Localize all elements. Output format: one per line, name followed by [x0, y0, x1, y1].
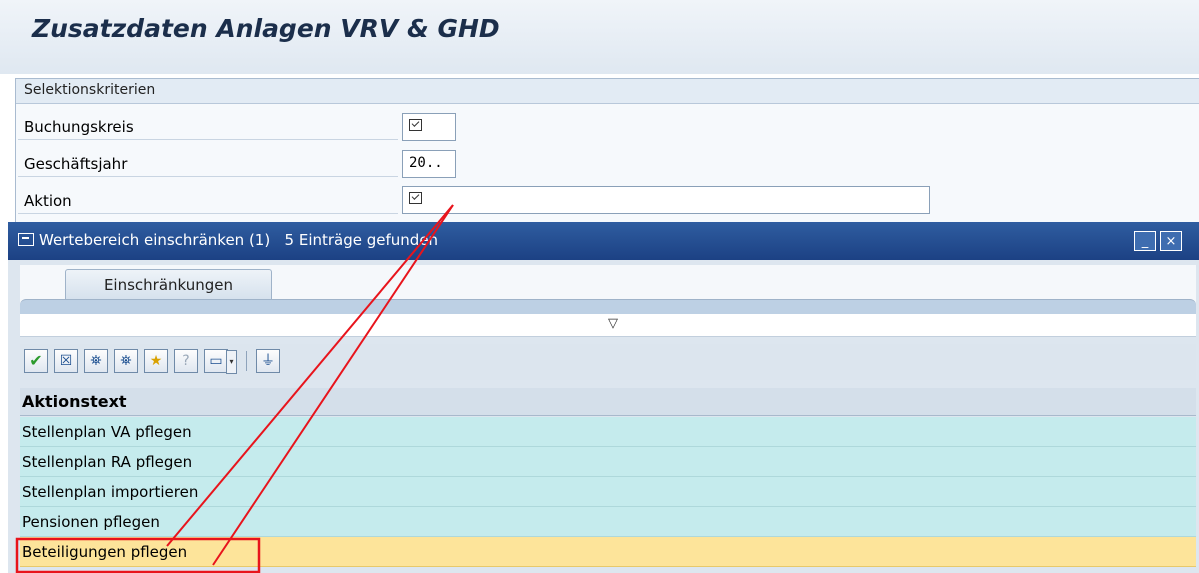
- popup-header[interactable]: Wertebereich einschränken (1) 5 Einträge…: [8, 222, 1199, 260]
- filter-icon: ⏚: [261, 353, 275, 369]
- frame-header: Selektionskriterien: [16, 79, 1199, 104]
- find-next-icon: ⛯: [120, 353, 132, 369]
- collapse-restrictions-bar[interactable]: ▽: [20, 314, 1196, 337]
- value-help-popup: Wertebereich einschränken (1) 5 Einträge…: [8, 222, 1199, 573]
- print-button[interactable]: ▭ ▾: [204, 349, 237, 374]
- continue-button[interactable]: ✔: [24, 349, 48, 373]
- toolbar-separator: [246, 351, 247, 371]
- screen-title-bar: Zusatzdaten Anlagen VRV & GHD: [0, 0, 1199, 74]
- grid-toolbar: ✔ ☒ ⛯ ⛯ ★ ? ▭ ▾ ⏚: [20, 344, 1196, 380]
- help-button[interactable]: ?: [174, 349, 198, 373]
- frame-title: Selektionskriterien: [24, 82, 156, 98]
- binoculars-icon: ⛯: [90, 353, 102, 369]
- cancel-button[interactable]: ☒: [54, 349, 78, 373]
- tab-content-edge: [20, 299, 1196, 314]
- aktion-input[interactable]: [402, 186, 930, 214]
- geschaeftsjahr-input[interactable]: 20..: [402, 150, 456, 178]
- list-item[interactable]: Stellenplan VA pflegen: [20, 417, 1196, 447]
- label-aktion: Aktion: [18, 188, 398, 214]
- find-button[interactable]: ⛯: [84, 349, 108, 373]
- buchungskreis-input[interactable]: [402, 113, 456, 141]
- list-item[interactable]: Pensionen pflegen: [20, 507, 1196, 537]
- cancel-icon: ☒: [59, 353, 73, 369]
- add-favorite-button[interactable]: ★: [144, 349, 168, 373]
- filter-button[interactable]: ⏚: [256, 349, 280, 373]
- required-checkbox-icon: [409, 192, 422, 204]
- list-item-selected[interactable]: Beteiligungen pflegen: [20, 537, 1196, 567]
- list-item[interactable]: Stellenplan RA pflegen: [20, 447, 1196, 477]
- help-icon: ?: [182, 353, 190, 369]
- popup-title: Wertebereich einschränken (1): [39, 231, 271, 249]
- print-icon: ▭: [209, 353, 223, 369]
- find-next-button[interactable]: ⛯: [114, 349, 138, 373]
- popup-title-text: Wertebereich einschränken (1) 5 Einträge…: [18, 231, 438, 249]
- minimize-button[interactable]: _: [1134, 231, 1156, 251]
- label-buchungskreis: Buchungskreis: [18, 114, 398, 140]
- label-geschaeftsjahr: Geschäftsjahr: [18, 151, 398, 177]
- close-button[interactable]: ×: [1160, 231, 1182, 251]
- column-header-aktionstext[interactable]: Aktionstext: [20, 388, 1196, 416]
- tab-einschraenkungen[interactable]: Einschränkungen: [65, 269, 272, 300]
- page-title: Zusatzdaten Anlagen VRV & GHD: [32, 14, 500, 43]
- favorite-add-icon: ★: [149, 353, 163, 369]
- tabstrip: Einschränkungen: [20, 265, 1196, 314]
- popup-window-icon: [18, 233, 34, 246]
- list-item[interactable]: Stellenplan importieren: [20, 477, 1196, 507]
- entries-found-text: 5 Einträge gefunden: [284, 231, 439, 249]
- collapse-arrow-icon: ▽: [608, 316, 618, 331]
- dropdown-arrow-icon[interactable]: ▾: [226, 350, 237, 374]
- required-checkbox-icon: [409, 119, 422, 131]
- checkmark-icon: ✔: [29, 351, 43, 370]
